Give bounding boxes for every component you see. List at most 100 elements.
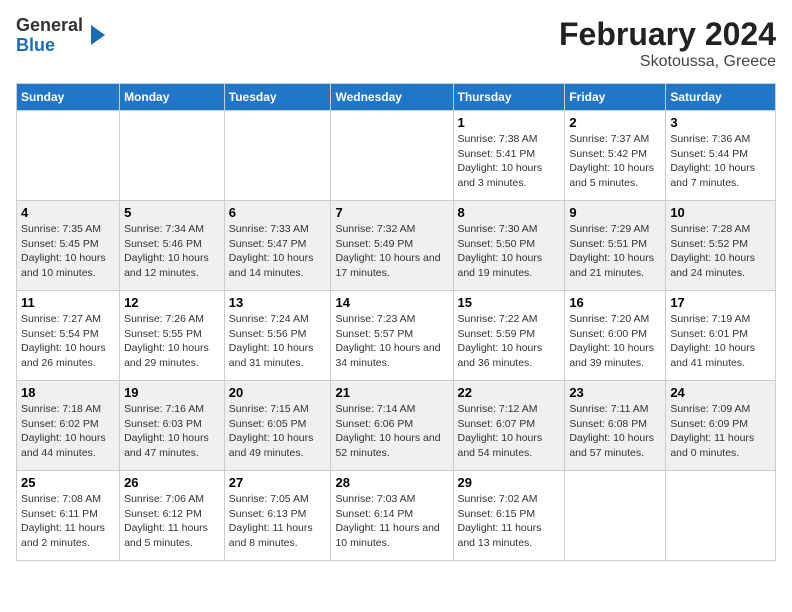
day-info: Sunrise: 7:03 AM Sunset: 6:14 PM Dayligh… xyxy=(335,492,448,551)
day-info: Sunrise: 7:33 AM Sunset: 5:47 PM Dayligh… xyxy=(229,222,327,281)
day-number: 18 xyxy=(21,385,115,400)
day-number: 15 xyxy=(458,295,561,310)
day-info: Sunrise: 7:16 AM Sunset: 6:03 PM Dayligh… xyxy=(124,402,220,461)
calendar-cell: 16Sunrise: 7:20 AM Sunset: 6:00 PM Dayli… xyxy=(565,291,666,381)
day-info: Sunrise: 7:14 AM Sunset: 6:06 PM Dayligh… xyxy=(335,402,448,461)
calendar-cell: 19Sunrise: 7:16 AM Sunset: 6:03 PM Dayli… xyxy=(120,381,225,471)
calendar-cell: 1 Sunrise: 7:38 AM Sunset: 5:41 PM Daylig… xyxy=(453,111,565,201)
calendar-week-row: 25 Sunrise: 7:08 AM Sunset: 6:11 PM Dayli… xyxy=(17,471,776,561)
calendar-cell: 14 Sunrise: 7:23 AM Sunset: 5:57 PM Dayli… xyxy=(331,291,453,381)
col-header-thursday: Thursday xyxy=(453,84,565,111)
day-number: 8 xyxy=(458,205,561,220)
day-info: Sunrise: 7:36 AM Sunset: 5:44 PM Dayligh… xyxy=(670,132,771,191)
title-block: February 2024 Skotoussa, Greece xyxy=(559,16,776,71)
day-number: 22 xyxy=(458,385,561,400)
logo-blue: Blue xyxy=(16,35,55,55)
day-number: 16 xyxy=(569,295,661,310)
calendar-cell: 22 Sunrise: 7:12 AM Sunset: 6:07 PM Dayli… xyxy=(453,381,565,471)
calendar-cell: 28 Sunrise: 7:03 AM Sunset: 6:14 PM Dayli… xyxy=(331,471,453,561)
calendar-week-row: 18Sunrise: 7:18 AM Sunset: 6:02 PM Dayli… xyxy=(17,381,776,471)
day-info: Sunrise: 7:30 AM Sunset: 5:50 PM Dayligh… xyxy=(458,222,561,281)
calendar-cell xyxy=(224,111,331,201)
calendar-week-row: 1 Sunrise: 7:38 AM Sunset: 5:41 PM Daylig… xyxy=(17,111,776,201)
day-info: Sunrise: 7:38 AM Sunset: 5:41 PM Dayligh… xyxy=(458,132,561,191)
day-number: 25 xyxy=(21,475,115,490)
day-number: 26 xyxy=(124,475,220,490)
day-info: Sunrise: 7:23 AM Sunset: 5:57 PM Dayligh… xyxy=(335,312,448,371)
col-header-tuesday: Tuesday xyxy=(224,84,331,111)
calendar-cell: 9 Sunrise: 7:29 AM Sunset: 5:51 PM Daylig… xyxy=(565,201,666,291)
day-info: Sunrise: 7:32 AM Sunset: 5:49 PM Dayligh… xyxy=(335,222,448,281)
calendar-cell xyxy=(120,111,225,201)
calendar-cell: 4Sunrise: 7:35 AM Sunset: 5:45 PM Daylig… xyxy=(17,201,120,291)
page-subtitle: Skotoussa, Greece xyxy=(559,53,776,71)
day-info: Sunrise: 7:27 AM Sunset: 5:54 PM Dayligh… xyxy=(21,312,115,371)
calendar-cell: 18Sunrise: 7:18 AM Sunset: 6:02 PM Dayli… xyxy=(17,381,120,471)
day-info: Sunrise: 7:06 AM Sunset: 6:12 PM Dayligh… xyxy=(124,492,220,551)
day-number: 13 xyxy=(229,295,327,310)
day-info: Sunrise: 7:11 AM Sunset: 6:08 PM Dayligh… xyxy=(569,402,661,461)
calendar-cell: 8 Sunrise: 7:30 AM Sunset: 5:50 PM Daylig… xyxy=(453,201,565,291)
calendar-cell: 7 Sunrise: 7:32 AM Sunset: 5:49 PM Daylig… xyxy=(331,201,453,291)
calendar-cell xyxy=(331,111,453,201)
col-header-sunday: Sunday xyxy=(17,84,120,111)
day-info: Sunrise: 7:37 AM Sunset: 5:42 PM Dayligh… xyxy=(569,132,661,191)
day-info: Sunrise: 7:08 AM Sunset: 6:11 PM Dayligh… xyxy=(21,492,115,551)
calendar-cell: 2 Sunrise: 7:37 AM Sunset: 5:42 PM Daylig… xyxy=(565,111,666,201)
day-number: 10 xyxy=(670,205,771,220)
day-number: 11 xyxy=(21,295,115,310)
day-info: Sunrise: 7:02 AM Sunset: 6:15 PM Dayligh… xyxy=(458,492,561,551)
day-number: 20 xyxy=(229,385,327,400)
logo: General Blue xyxy=(16,16,105,56)
day-info: Sunrise: 7:09 AM Sunset: 6:09 PM Dayligh… xyxy=(670,402,771,461)
calendar-cell: 25 Sunrise: 7:08 AM Sunset: 6:11 PM Dayli… xyxy=(17,471,120,561)
col-header-friday: Friday xyxy=(565,84,666,111)
day-number: 14 xyxy=(335,295,448,310)
day-number: 1 xyxy=(458,115,561,130)
day-number: 5 xyxy=(124,205,220,220)
calendar-cell: 23Sunrise: 7:11 AM Sunset: 6:08 PM Dayli… xyxy=(565,381,666,471)
calendar-cell: 5 Sunrise: 7:34 AM Sunset: 5:46 PM Daylig… xyxy=(120,201,225,291)
calendar-cell: 6 Sunrise: 7:33 AM Sunset: 5:47 PM Daylig… xyxy=(224,201,331,291)
day-info: Sunrise: 7:34 AM Sunset: 5:46 PM Dayligh… xyxy=(124,222,220,281)
calendar-cell: 26 Sunrise: 7:06 AM Sunset: 6:12 PM Dayli… xyxy=(120,471,225,561)
calendar-cell: 24 Sunrise: 7:09 AM Sunset: 6:09 PM Dayli… xyxy=(666,381,776,471)
calendar-cell: 15 Sunrise: 7:22 AM Sunset: 5:59 PM Dayli… xyxy=(453,291,565,381)
day-number: 3 xyxy=(670,115,771,130)
calendar-cell xyxy=(565,471,666,561)
calendar-cell: 11 Sunrise: 7:27 AM Sunset: 5:54 PM Dayli… xyxy=(17,291,120,381)
page-title: February 2024 xyxy=(559,16,776,53)
col-header-saturday: Saturday xyxy=(666,84,776,111)
calendar-table: SundayMondayTuesdayWednesdayThursdayFrid… xyxy=(16,83,776,561)
page-header: General Blue February 2024 Skotoussa, Gr… xyxy=(16,16,776,71)
day-info: Sunrise: 7:12 AM Sunset: 6:07 PM Dayligh… xyxy=(458,402,561,461)
calendar-cell xyxy=(17,111,120,201)
day-number: 6 xyxy=(229,205,327,220)
day-number: 21 xyxy=(335,385,448,400)
calendar-week-row: 11 Sunrise: 7:27 AM Sunset: 5:54 PM Dayli… xyxy=(17,291,776,381)
day-number: 9 xyxy=(569,205,661,220)
day-number: 28 xyxy=(335,475,448,490)
calendar-cell: 21 Sunrise: 7:14 AM Sunset: 6:06 PM Dayli… xyxy=(331,381,453,471)
day-number: 7 xyxy=(335,205,448,220)
logo-general: General xyxy=(16,15,83,35)
calendar-cell: 29 Sunrise: 7:02 AM Sunset: 6:15 PM Dayli… xyxy=(453,471,565,561)
calendar-header-row: SundayMondayTuesdayWednesdayThursdayFrid… xyxy=(17,84,776,111)
day-info: Sunrise: 7:22 AM Sunset: 5:59 PM Dayligh… xyxy=(458,312,561,371)
day-info: Sunrise: 7:26 AM Sunset: 5:55 PM Dayligh… xyxy=(124,312,220,371)
col-header-wednesday: Wednesday xyxy=(331,84,453,111)
calendar-cell: 12 Sunrise: 7:26 AM Sunset: 5:55 PM Dayli… xyxy=(120,291,225,381)
day-number: 12 xyxy=(124,295,220,310)
day-number: 17 xyxy=(670,295,771,310)
calendar-cell: 20Sunrise: 7:15 AM Sunset: 6:05 PM Dayli… xyxy=(224,381,331,471)
day-info: Sunrise: 7:29 AM Sunset: 5:51 PM Dayligh… xyxy=(569,222,661,281)
calendar-week-row: 4Sunrise: 7:35 AM Sunset: 5:45 PM Daylig… xyxy=(17,201,776,291)
day-info: Sunrise: 7:05 AM Sunset: 6:13 PM Dayligh… xyxy=(229,492,327,551)
calendar-cell: 3 Sunrise: 7:36 AM Sunset: 5:44 PM Daylig… xyxy=(666,111,776,201)
day-info: Sunrise: 7:24 AM Sunset: 5:56 PM Dayligh… xyxy=(229,312,327,371)
day-number: 2 xyxy=(569,115,661,130)
day-number: 24 xyxy=(670,385,771,400)
calendar-cell xyxy=(666,471,776,561)
day-number: 29 xyxy=(458,475,561,490)
day-number: 27 xyxy=(229,475,327,490)
